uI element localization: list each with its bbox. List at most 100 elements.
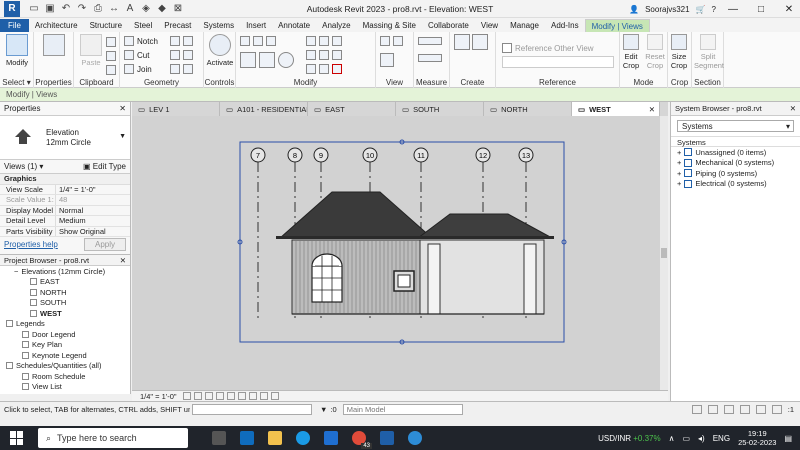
redo-icon[interactable]: ↷	[76, 3, 88, 15]
reset-crop-button[interactable]: Reset Crop	[643, 34, 667, 72]
tab-systems[interactable]: Systems	[197, 19, 240, 32]
system-item[interactable]: + Unassigned (0 items)	[671, 147, 800, 158]
select-by-face-icon[interactable]	[739, 405, 750, 414]
tab-architecture[interactable]: Architecture	[29, 19, 84, 32]
match-type-icon[interactable]	[106, 64, 116, 76]
create-group-icon[interactable]	[454, 34, 470, 50]
detail-level-icon[interactable]	[182, 392, 191, 400]
print-icon[interactable]: ⎙	[92, 3, 104, 15]
group-graphics[interactable]: Graphics	[0, 174, 130, 185]
join-button[interactable]: Join	[124, 63, 152, 75]
measure-tool[interactable]	[418, 35, 442, 47]
browser-item[interactable]: Schedules/Quantities (all)	[0, 361, 130, 372]
sun-path-icon[interactable]	[204, 392, 213, 400]
copy-clip-icon[interactable]	[106, 50, 116, 62]
browser-item[interactable]: Keynote Legend	[0, 350, 130, 361]
file-explorer-icon[interactable]	[268, 431, 282, 445]
property-value[interactable]: Medium	[56, 216, 130, 226]
status-workset-field[interactable]	[192, 404, 312, 415]
edit-crop-button[interactable]: Edit Crop	[620, 34, 642, 72]
expand-icon[interactable]: +	[677, 148, 681, 157]
tab-add-ins[interactable]: Add-Ins	[545, 19, 585, 32]
temp-hide-icon[interactable]	[248, 392, 257, 400]
store-icon[interactable]	[240, 431, 254, 445]
expand-icon[interactable]: +	[677, 179, 681, 188]
view-tools-row-1[interactable]	[380, 35, 403, 47]
tab-annotate[interactable]: Annotate	[272, 19, 316, 32]
paste-button[interactable]: Paste	[77, 34, 105, 72]
view-tab-south[interactable]: ▭ SOUTH	[396, 102, 484, 116]
select-links-icon[interactable]	[691, 405, 702, 414]
property-value[interactable]: 48	[56, 195, 130, 205]
close-views-icon[interactable]: ⊠	[172, 3, 184, 15]
tab-insert[interactable]: Insert	[240, 19, 272, 32]
browser-item[interactable]: EAST	[0, 277, 130, 288]
expand-icon[interactable]: +	[677, 169, 681, 178]
view-scale[interactable]: 1/4" = 1'-0"	[140, 392, 177, 401]
network-icon[interactable]: ▭	[682, 434, 690, 443]
tab-massing-site[interactable]: Massing & Site	[357, 19, 422, 32]
view-tab-east[interactable]: ▭ EAST	[308, 102, 396, 116]
browser-item[interactable]: View List	[0, 382, 130, 393]
split-segment-button[interactable]: Split Segment	[694, 34, 724, 72]
section-icon[interactable]: ◆	[156, 3, 168, 15]
building-elevation[interactable]	[276, 191, 554, 315]
close-button[interactable]: ✕	[778, 4, 800, 15]
modify-tools-row-2[interactable]	[306, 49, 342, 61]
views-dropdown[interactable]: Views (1) ▾	[4, 162, 43, 171]
show-crop-icon[interactable]	[237, 392, 246, 400]
design-option-dropdown[interactable]: Main Model	[342, 404, 463, 415]
system-item[interactable]: + Mechanical (0 systems)	[671, 158, 800, 169]
task-view-icon[interactable]	[212, 431, 226, 445]
browser-item[interactable]: SOUTH	[0, 298, 130, 309]
property-row[interactable]: Detail Level Medium	[0, 216, 130, 227]
tab-modify-views[interactable]: Modify | Views	[584, 19, 650, 32]
drawing-canvas[interactable]: 7 8 9 10 11 12 13	[132, 116, 660, 390]
select-underlay-icon[interactable]	[707, 405, 718, 414]
view-tab-a101-residential-building[interactable]: ▭A101 - RESIDENTIAL BUILDING	[220, 102, 308, 116]
revit-logo-icon[interactable]: R	[4, 0, 20, 17]
tray-chevron-icon[interactable]: ∧	[669, 434, 675, 443]
volume-icon[interactable]: ◂)	[698, 434, 705, 443]
reveal-hidden-icon[interactable]	[259, 392, 268, 400]
system-item[interactable]: + Piping (0 systems)	[671, 168, 800, 179]
scroll-thumb[interactable]	[661, 248, 667, 258]
cut-clip-icon[interactable]	[106, 36, 116, 48]
property-row[interactable]: Display Model Normal	[0, 205, 130, 216]
visual-style-icon[interactable]	[193, 392, 202, 400]
edge-icon[interactable]	[296, 431, 310, 445]
stock-ticker[interactable]: USD/INR +0.37%	[598, 434, 660, 443]
minimize-button[interactable]: —	[722, 4, 744, 15]
notifications-icon[interactable]: ▤	[784, 434, 792, 443]
close-icon[interactable]: ✕	[790, 104, 796, 113]
browser-item[interactable]: NORTH	[0, 287, 130, 298]
tab-precast[interactable]: Precast	[158, 19, 197, 32]
cut-button[interactable]: Cut	[124, 49, 149, 61]
properties-button[interactable]	[40, 34, 68, 72]
analytical-icon[interactable]	[270, 392, 279, 400]
geom-tool-3[interactable]	[170, 63, 193, 75]
browser-item[interactable]: WEST	[0, 308, 130, 319]
taskbar-search[interactable]: ⌕ Type here to search	[38, 428, 188, 448]
properties-help-link[interactable]: Properties help	[4, 240, 58, 249]
browser-item[interactable]: Room Schedule	[0, 371, 130, 382]
help-icon[interactable]: ?	[712, 5, 716, 14]
view-tab-lev-1[interactable]: ▭ LEV 1	[132, 102, 220, 116]
reference-other-view-checkbox[interactable]: Reference Other View	[502, 42, 594, 54]
clock[interactable]: 19:19 25-02-2023	[738, 429, 776, 447]
shadows-icon[interactable]	[215, 392, 224, 400]
text-icon[interactable]: A	[124, 3, 136, 15]
collapse-icon[interactable]: −	[14, 267, 18, 276]
close-tab-icon[interactable]: ✕	[649, 105, 655, 114]
filter-selection-icon[interactable]	[771, 405, 782, 414]
select-pinned-icon[interactable]	[723, 405, 734, 414]
maximize-button[interactable]: □	[750, 4, 772, 15]
view-tools-row-2[interactable]	[380, 53, 394, 67]
mail-icon[interactable]	[324, 431, 338, 445]
activate-button[interactable]: Activate	[206, 34, 234, 72]
system-item[interactable]: + Electrical (0 systems)	[671, 179, 800, 190]
tab-structure[interactable]: Structure	[84, 19, 128, 32]
property-row[interactable]: Scale Value 1: 48	[0, 195, 130, 206]
size-crop-button[interactable]: Size Crop	[668, 34, 690, 72]
create-assembly-icon[interactable]	[472, 34, 488, 50]
